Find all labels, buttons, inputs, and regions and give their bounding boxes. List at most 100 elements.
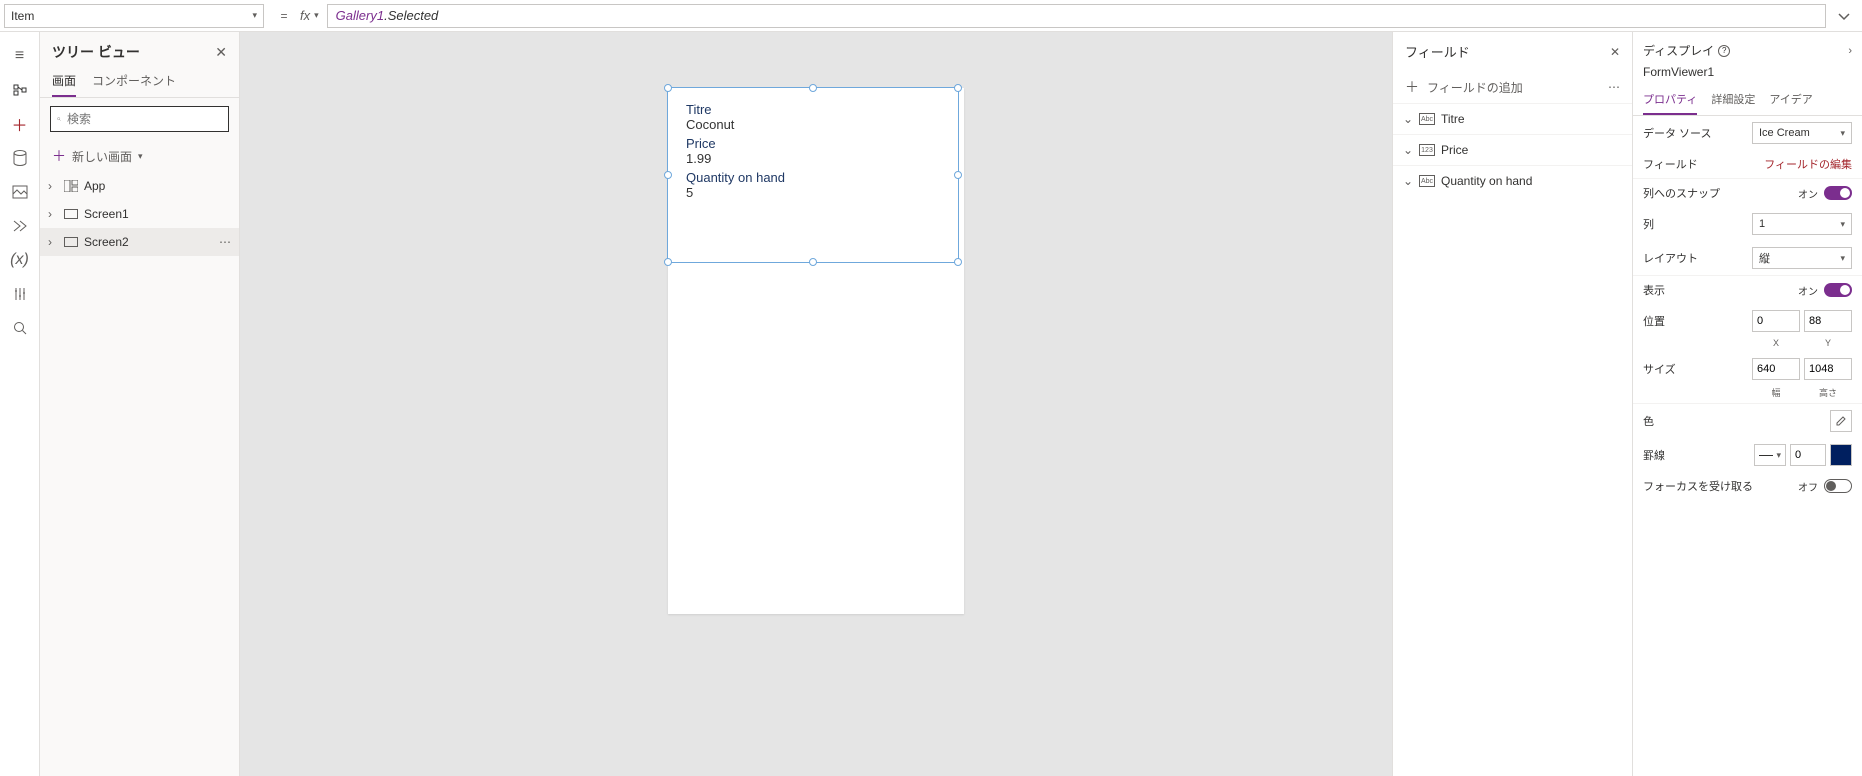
field-item-titre[interactable]: ⌄ Abc Titre bbox=[1393, 103, 1632, 134]
size-h-input[interactable] bbox=[1804, 358, 1852, 380]
w-label: 幅 bbox=[1752, 386, 1800, 399]
tree-search[interactable] bbox=[50, 106, 229, 132]
tree-item-label: Screen1 bbox=[84, 207, 129, 221]
toggle-pill-icon bbox=[1824, 186, 1852, 200]
control-name: FormViewer1 bbox=[1633, 61, 1862, 85]
tab-advanced[interactable]: 詳細設定 bbox=[1711, 85, 1755, 115]
prop-label-columns: 列 bbox=[1643, 216, 1654, 232]
field-value: 1.99 bbox=[686, 151, 940, 166]
tree-search-input[interactable] bbox=[67, 112, 222, 126]
advanced-tools-icon[interactable] bbox=[4, 278, 36, 310]
chevron-down-icon: ▾ bbox=[1776, 450, 1781, 461]
resize-handle[interactable] bbox=[664, 84, 672, 92]
tree-item-app[interactable]: › App bbox=[40, 172, 239, 200]
layout-select[interactable]: 縦 ▾ bbox=[1752, 247, 1852, 269]
formula-input[interactable]: Gallery1.Selected bbox=[327, 4, 1826, 28]
border-style-select[interactable]: ▾ bbox=[1754, 444, 1786, 466]
fx-button[interactable]: fx ▾ bbox=[300, 8, 319, 23]
size-w-input[interactable] bbox=[1752, 358, 1800, 380]
field-item-quantity[interactable]: ⌄ Abc Quantity on hand bbox=[1393, 165, 1632, 196]
resize-handle[interactable] bbox=[664, 171, 672, 179]
fx-icon: fx bbox=[300, 8, 310, 23]
fields-panel-title: フィールド bbox=[1405, 42, 1470, 61]
tree-item-label: App bbox=[84, 179, 105, 193]
more-icon[interactable]: ⋯ bbox=[1608, 80, 1620, 94]
chevron-right-icon: › bbox=[48, 207, 58, 221]
line-icon bbox=[1759, 455, 1773, 456]
position-x-input[interactable] bbox=[1752, 310, 1800, 332]
canvas[interactable]: Titre Coconut Price 1.99 Quantity on han… bbox=[240, 32, 1392, 776]
prop-label-visible: 表示 bbox=[1643, 282, 1665, 298]
datasource-select[interactable]: Ice Cream ▾ bbox=[1752, 122, 1852, 144]
focus-toggle[interactable]: オフ bbox=[1798, 479, 1852, 494]
prop-label-datasource: データ ソース bbox=[1643, 125, 1712, 141]
chevron-down-icon: ▾ bbox=[1840, 128, 1845, 139]
resize-handle[interactable] bbox=[664, 258, 672, 266]
flows-icon[interactable] bbox=[4, 210, 36, 242]
chevron-right-icon: › bbox=[48, 179, 58, 193]
form-viewer-selection[interactable]: Titre Coconut Price 1.99 Quantity on han… bbox=[667, 87, 959, 263]
artboard[interactable]: Titre Coconut Price 1.99 Quantity on han… bbox=[668, 88, 964, 614]
tree-view-title: ツリー ビュー bbox=[52, 42, 140, 62]
field-label: Quantity on hand bbox=[686, 170, 940, 185]
data-icon[interactable] bbox=[4, 142, 36, 174]
plus-icon: ＋ bbox=[1405, 77, 1419, 97]
plus-icon: ＋ bbox=[52, 146, 66, 166]
add-field-label: フィールドの追加 bbox=[1427, 79, 1523, 96]
field-item-price[interactable]: ⌄ 123 Price bbox=[1393, 134, 1632, 165]
chevron-right-icon: › bbox=[48, 235, 58, 249]
resize-handle[interactable] bbox=[954, 258, 962, 266]
color-picker[interactable] bbox=[1830, 410, 1852, 432]
chevron-right-icon[interactable]: › bbox=[1848, 45, 1852, 57]
info-icon[interactable]: ? bbox=[1718, 45, 1730, 57]
chevron-down-icon: ▾ bbox=[1840, 219, 1845, 230]
border-width-input[interactable] bbox=[1790, 444, 1826, 466]
snap-toggle[interactable]: オン bbox=[1798, 186, 1852, 201]
tab-ideas[interactable]: アイデア bbox=[1769, 85, 1812, 115]
toggle-on-label: オン bbox=[1798, 283, 1818, 298]
properties-panel: ディスプレイ ? › FormViewer1 プロパティ 詳細設定 アイデア デ… bbox=[1632, 32, 1862, 776]
variables-icon[interactable]: (x) bbox=[4, 244, 36, 276]
add-field-button[interactable]: ＋ フィールドの追加 ⋯ bbox=[1393, 71, 1632, 103]
visible-toggle[interactable]: オン bbox=[1798, 283, 1852, 298]
search-icon bbox=[57, 113, 61, 125]
prop-label-fields: フィールド bbox=[1643, 156, 1698, 172]
chevron-down-icon: ▾ bbox=[314, 10, 319, 21]
tab-components[interactable]: コンポーネント bbox=[92, 66, 176, 97]
tab-screens[interactable]: 画面 bbox=[52, 66, 76, 97]
property-selector[interactable]: Item ▾ bbox=[4, 4, 264, 28]
columns-value: 1 bbox=[1759, 218, 1765, 230]
prop-label-border: 罫線 bbox=[1643, 447, 1665, 463]
close-icon[interactable]: ✕ bbox=[1610, 45, 1620, 59]
y-label: Y bbox=[1804, 338, 1852, 348]
expand-formula-button[interactable] bbox=[1830, 2, 1858, 30]
field-label: Titre bbox=[686, 102, 940, 117]
tree-item-label: Screen2 bbox=[84, 235, 129, 249]
resize-handle[interactable] bbox=[954, 84, 962, 92]
x-label: X bbox=[1752, 338, 1800, 348]
tab-properties[interactable]: プロパティ bbox=[1643, 85, 1697, 115]
tree-item-screen1[interactable]: › Screen1 bbox=[40, 200, 239, 228]
border-color-picker[interactable] bbox=[1830, 444, 1852, 466]
datasource-value: Ice Cream bbox=[1759, 127, 1810, 139]
resize-handle[interactable] bbox=[809, 84, 817, 92]
tree-view-icon[interactable] bbox=[4, 74, 36, 106]
left-rail: ≡ ＋ (x) bbox=[0, 32, 40, 776]
more-icon[interactable]: ⋯ bbox=[219, 235, 231, 249]
field-type-icon: 123 bbox=[1419, 144, 1435, 156]
resize-handle[interactable] bbox=[809, 258, 817, 266]
formula-bar: Item ▾ = fx ▾ Gallery1.Selected bbox=[0, 0, 1862, 32]
tree-item-screen2[interactable]: › Screen2 ⋯ bbox=[40, 228, 239, 256]
new-screen-button[interactable]: ＋ 新しい画面 ▾ bbox=[40, 140, 239, 172]
position-y-input[interactable] bbox=[1804, 310, 1852, 332]
insert-icon[interactable]: ＋ bbox=[4, 108, 36, 140]
edit-fields-link[interactable]: フィールドの編集 bbox=[1764, 156, 1852, 172]
hamburger-icon[interactable]: ≡ bbox=[4, 40, 36, 72]
media-icon[interactable] bbox=[4, 176, 36, 208]
field-type-icon: Abc bbox=[1419, 175, 1435, 187]
columns-select[interactable]: 1 ▾ bbox=[1752, 213, 1852, 235]
resize-handle[interactable] bbox=[954, 171, 962, 179]
layout-value: 縦 bbox=[1759, 250, 1770, 266]
close-icon[interactable]: ✕ bbox=[215, 44, 227, 61]
search-icon[interactable] bbox=[4, 312, 36, 344]
